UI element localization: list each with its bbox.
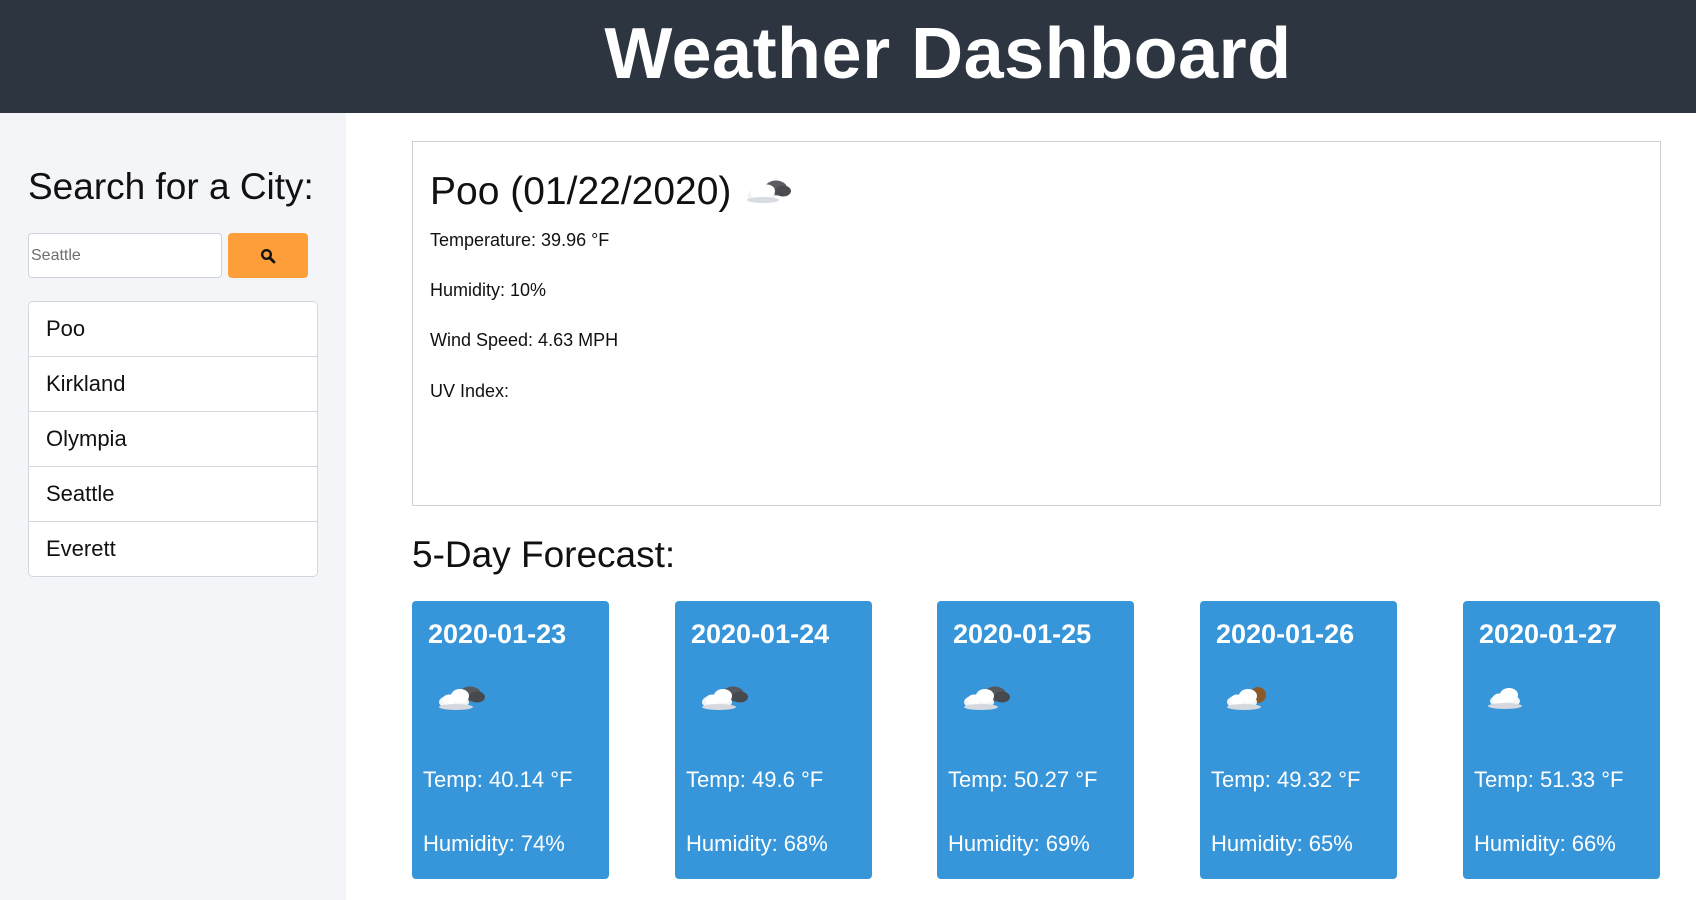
forecast-date: 2020-01-23 [428, 619, 567, 649]
broken-clouds-icon [439, 686, 485, 710]
city-item-olympia[interactable]: Olympia [29, 412, 317, 467]
city-item-everett[interactable]: Everett [29, 522, 317, 576]
partly-cloudy-icon [1227, 687, 1266, 710]
city-item-kirkland[interactable]: Kirkland [29, 357, 317, 412]
forecast-humidity: Humidity: 68% [686, 831, 828, 856]
search-icon [260, 248, 276, 263]
forecast-card: 2020-01-24 Temp: 49.6 °F Humidity: 68% [675, 601, 872, 879]
current-wind-speed: Wind Speed: 4.63 MPH [430, 330, 619, 350]
page-header: Weather Dashboard [0, 0, 1696, 113]
current-temperature: Temperature: 39.96 °F [430, 230, 610, 250]
page-title: Weather Dashboard [604, 14, 1292, 94]
current-weather-title: Poo (01/22/2020) [430, 168, 795, 216]
forecast-card: 2020-01-25 Temp: 50.27 °F Humidity: 69% [937, 601, 1134, 879]
broken-clouds-icon [964, 686, 1010, 710]
city-item-seattle[interactable]: Seattle [29, 467, 317, 522]
forecast-temp: Temp: 49.32 °F [1211, 767, 1361, 792]
city-item-poo[interactable]: Poo [29, 302, 317, 357]
forecast-card: 2020-01-26 Temp: 49.32 °F Humidity: 65% [1200, 601, 1397, 879]
forecast-humidity: Humidity: 65% [1211, 831, 1353, 856]
forecast-humidity: Humidity: 69% [948, 831, 1090, 856]
cloud-icon [1488, 688, 1522, 709]
forecast-card: 2020-01-23 Temp: 40.14 °F Humidity: 74% [412, 601, 609, 879]
current-uv-index: UV Index: [430, 381, 510, 401]
forecast-temp: Temp: 40.14 °F [423, 767, 573, 792]
forecast-date: 2020-01-24 [691, 619, 830, 649]
search-button[interactable] [228, 233, 308, 278]
forecast-card: 2020-01-27 Temp: 51.33 °F Humidity: 66% [1463, 601, 1660, 879]
current-city-name: Poo [430, 170, 500, 213]
city-search-input[interactable] [28, 233, 222, 278]
current-humidity: Humidity: 10% [430, 280, 547, 300]
search-sidebar: Search for a City: Poo Kirkland Olympia … [0, 113, 346, 900]
search-heading: Search for a City: [28, 166, 314, 207]
partly-cloudy-icon [747, 180, 792, 203]
forecast-date: 2020-01-26 [1216, 619, 1355, 649]
forecast-date: 2020-01-27 [1479, 619, 1618, 649]
forecast-humidity: Humidity: 74% [423, 831, 565, 856]
forecast-temp: Temp: 49.6 °F [686, 767, 824, 792]
forecast-temp: Temp: 51.33 °F [1474, 767, 1624, 792]
forecast-heading: 5-Day Forecast: [412, 534, 676, 575]
current-date: (01/22/2020) [510, 170, 732, 213]
current-weather-card: Poo (01/22/2020) Temperature: 39.96 °F H… [412, 141, 1661, 506]
forecast-date: 2020-01-25 [953, 619, 1092, 649]
forecast-temp: Temp: 50.27 °F [948, 767, 1098, 792]
forecast-humidity: Humidity: 66% [1474, 831, 1616, 856]
city-history-list: Poo Kirkland Olympia Seattle Everett [28, 301, 318, 577]
broken-clouds-icon [702, 686, 748, 710]
